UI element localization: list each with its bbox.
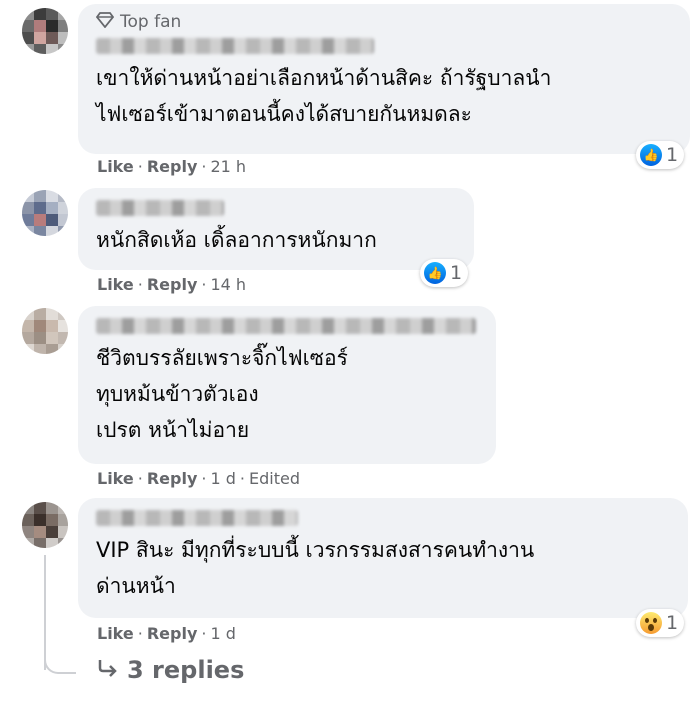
reaction-count[interactable]: 👍 1	[636, 141, 685, 169]
commenter-name[interactable]	[96, 510, 298, 526]
separator: ·	[137, 469, 143, 488]
separator: ·	[137, 275, 143, 294]
separator: ·	[239, 469, 245, 488]
comment-text-line: ด่านหน้า	[96, 574, 176, 598]
reply-arrow-icon	[97, 656, 119, 684]
timestamp[interactable]: 21 h	[210, 157, 246, 176]
reaction-number: 1	[450, 262, 463, 284]
reaction-number: 1	[666, 144, 679, 166]
commenter-name[interactable]	[96, 38, 374, 54]
comment-bubble: Top fan เขาให้ด่านหน้าอย่าเลือกหน้าด้านส…	[78, 4, 690, 154]
comment-text-line: เปรต หน้าไม่อาย	[96, 418, 250, 442]
timestamp[interactable]: 14 h	[210, 275, 246, 294]
separator: ·	[137, 624, 143, 643]
reply-button[interactable]: Reply	[147, 275, 198, 294]
avatar[interactable]	[22, 190, 68, 236]
comment-bubble: หนักสิดเห้อ เดิ้ลอาการหนักมาก	[78, 188, 474, 270]
comment-text-line: ทุบหม้นข้าวตัวเอง	[96, 382, 259, 406]
like-button[interactable]: Like	[97, 275, 134, 294]
reply-button[interactable]: Reply	[147, 624, 198, 643]
replies-label: 3 replies	[127, 656, 245, 684]
comment-actions: Like · Reply · 1 d	[97, 624, 236, 643]
avatar[interactable]	[22, 308, 68, 354]
like-button[interactable]: Like	[97, 469, 134, 488]
comment-text-line: VIP สินะ มีทุกที่ระบบนี้ เวรกรรมสงสารคนท…	[96, 538, 535, 562]
wow-icon	[640, 612, 662, 634]
timestamp[interactable]: 1 d	[210, 469, 235, 488]
comment-text-line: หนักสิดเห้อ เดิ้ลอาการหนักมาก	[96, 228, 377, 252]
commenter-name[interactable]	[96, 318, 476, 334]
comment-actions: Like · Reply · 1 d · Edited	[97, 469, 300, 488]
top-fan-badge: Top fan	[95, 11, 672, 33]
comment-text-line: ชีวิตบรรลัยเพราะจิ๊กไฟเซอร์	[96, 346, 348, 370]
comment-bubble: ชีวิตบรรลัยเพราะจิ๊กไฟเซอร์ ทุบหม้นข้าวต…	[78, 306, 496, 464]
separator: ·	[201, 157, 207, 176]
reply-button[interactable]: Reply	[147, 469, 198, 488]
comment-actions: Like · Reply · 14 h	[97, 275, 246, 294]
separator: ·	[201, 624, 207, 643]
thread-connector	[44, 640, 76, 674]
like-button[interactable]: Like	[97, 624, 134, 643]
reaction-number: 1	[666, 612, 679, 634]
comment-actions: Like · Reply · 21 h	[97, 157, 246, 176]
avatar[interactable]	[22, 8, 68, 54]
commenter-name[interactable]	[96, 200, 224, 216]
timestamp[interactable]: 1 d	[210, 624, 235, 643]
reaction-count[interactable]: 1	[636, 609, 685, 637]
reaction-count[interactable]: 👍 1	[420, 259, 469, 287]
comment-text-line: เขาให้ด่านหน้าอย่าเลือกหน้าด้านสิคะ ถ้าร…	[96, 66, 552, 90]
reply-button[interactable]: Reply	[147, 157, 198, 176]
comment-text-line: ไฟเซอร์เข้ามาตอนนี้คงได้สบายกันหมดละ	[96, 102, 472, 126]
avatar[interactable]	[22, 502, 68, 548]
like-icon: 👍	[424, 262, 446, 284]
view-replies-button[interactable]: 3 replies	[97, 656, 244, 684]
diamond-icon	[95, 11, 115, 33]
separator: ·	[201, 275, 207, 294]
badge-label: Top fan	[120, 12, 182, 32]
like-button[interactable]: Like	[97, 157, 134, 176]
like-icon: 👍	[640, 144, 662, 166]
edited-label[interactable]: Edited	[249, 469, 300, 488]
comment-bubble: VIP สินะ มีทุกที่ระบบนี้ เวรกรรมสงสารคนท…	[78, 498, 688, 618]
separator: ·	[201, 469, 207, 488]
separator: ·	[137, 157, 143, 176]
